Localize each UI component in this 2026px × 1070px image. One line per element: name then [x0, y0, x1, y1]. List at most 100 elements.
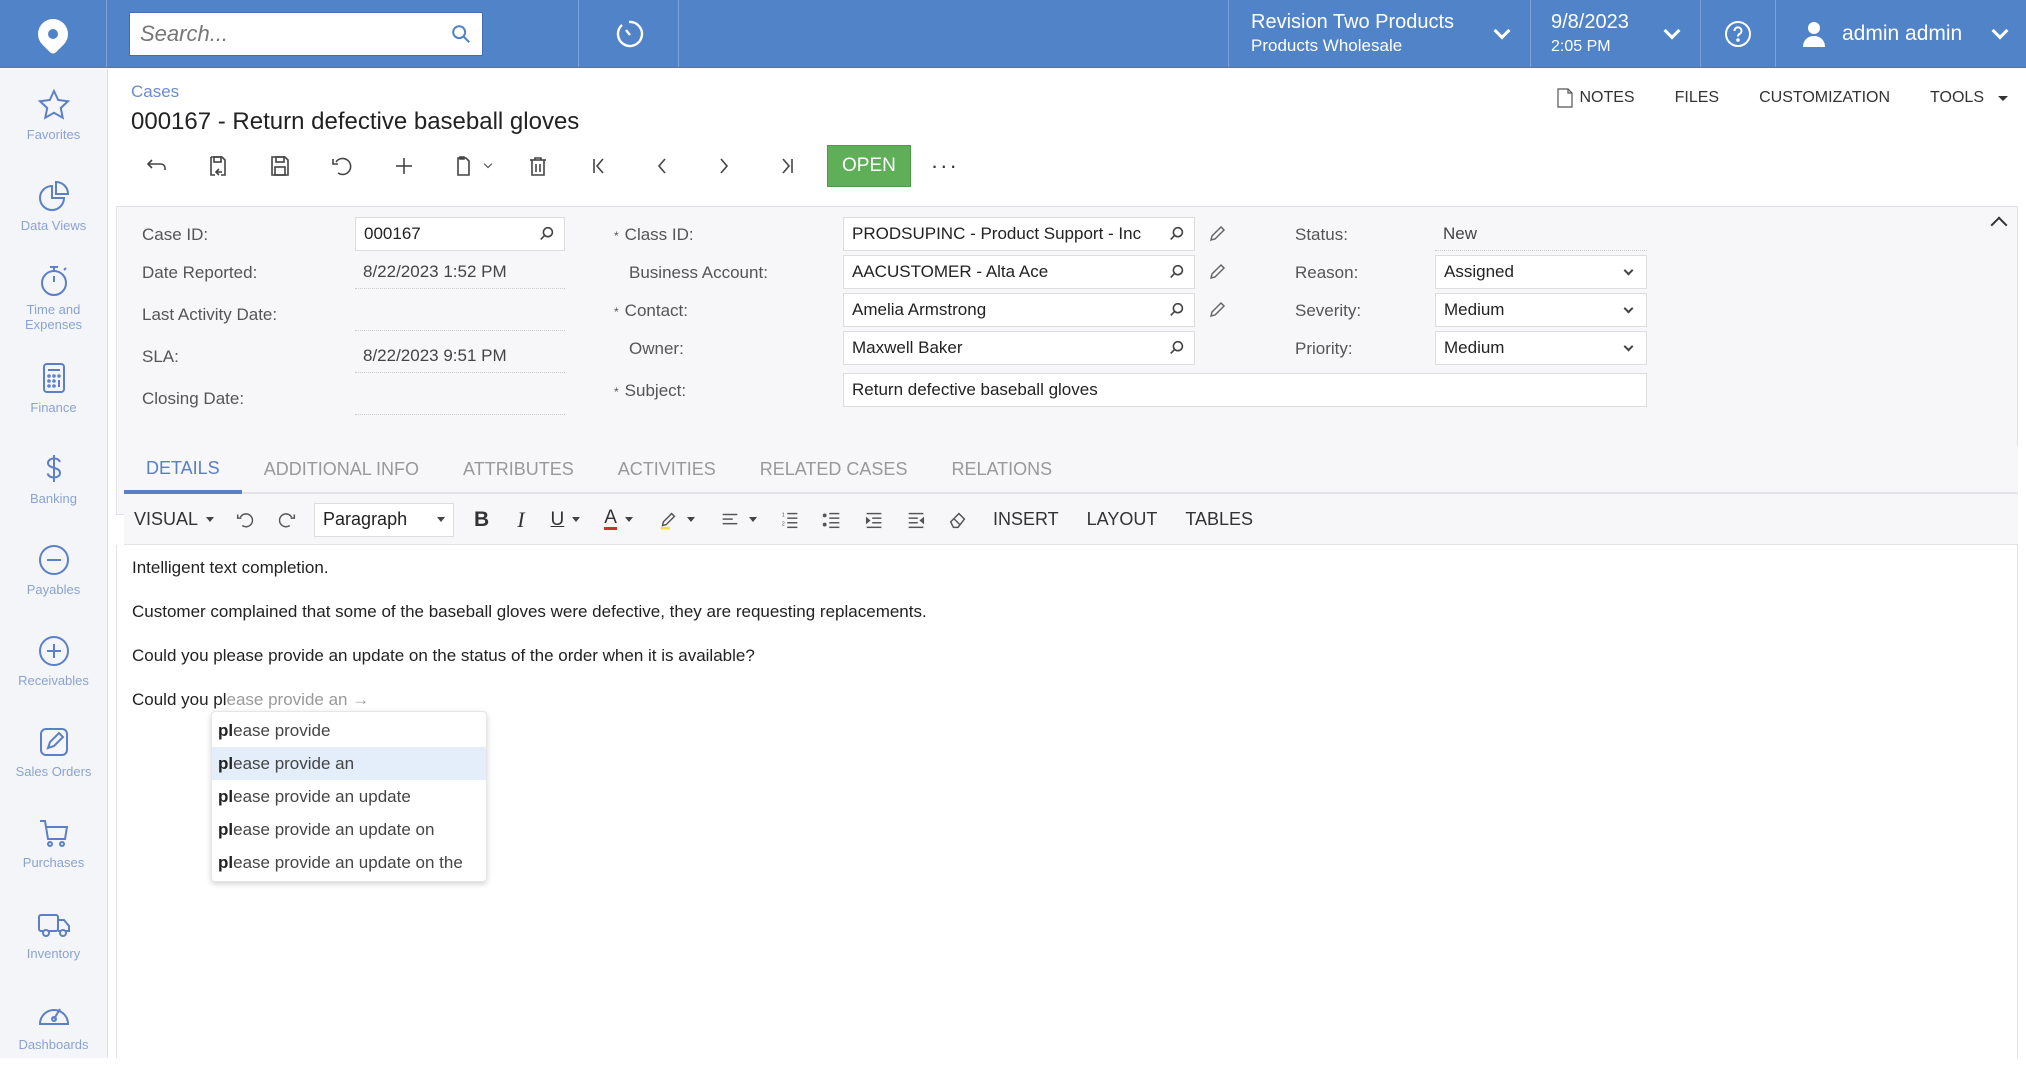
- class-id-field[interactable]: PRODSUPINC - Product Support - Inc: [843, 217, 1195, 251]
- save-button[interactable]: [249, 145, 311, 187]
- sidebar-item-label: Receivables: [18, 673, 89, 688]
- visual-mode-dropdown[interactable]: VISUAL: [134, 502, 224, 538]
- previous-record-button[interactable]: [631, 145, 693, 187]
- cancel-button[interactable]: [311, 145, 373, 187]
- help-button[interactable]: [1701, 0, 1776, 67]
- outdent-button[interactable]: [895, 502, 937, 538]
- owner-field[interactable]: Maxwell Baker: [843, 331, 1195, 365]
- next-record-button[interactable]: [693, 145, 755, 187]
- home-logo-button[interactable]: [0, 0, 107, 67]
- copy-paste-button[interactable]: [435, 145, 507, 187]
- reason-select[interactable]: Assigned: [1435, 255, 1647, 289]
- bold-button[interactable]: B: [460, 502, 503, 538]
- edit-class-button[interactable]: [1207, 224, 1227, 244]
- open-button[interactable]: OPEN: [827, 145, 911, 187]
- sidebar-item-favorites[interactable]: Favorites: [0, 69, 107, 160]
- suggestion-item[interactable]: please provide an update: [212, 780, 486, 813]
- more-actions-button[interactable]: ···: [931, 153, 959, 179]
- search-icon[interactable]: [1168, 339, 1186, 357]
- add-new-button[interactable]: [373, 145, 435, 187]
- suggestion-item[interactable]: please provide an update on: [212, 813, 486, 846]
- search-icon[interactable]: [1168, 225, 1186, 243]
- tab-bar: DETAILS ADDITIONAL INFO ATTRIBUTES ACTIV…: [124, 446, 2018, 494]
- business-account-field[interactable]: AACUSTOMER - Alta Ace: [843, 255, 1195, 289]
- tables-menu[interactable]: TABLES: [1171, 502, 1267, 538]
- delete-button[interactable]: [507, 145, 569, 187]
- breadcrumb-cases[interactable]: Cases: [131, 82, 179, 102]
- tab-related-cases[interactable]: RELATED CASES: [738, 446, 930, 492]
- sidebar-item-label: Inventory: [27, 946, 80, 961]
- customization-button[interactable]: CUSTOMIZATION: [1759, 89, 1890, 107]
- priority-select[interactable]: Medium: [1435, 331, 1647, 365]
- edit-contact-button[interactable]: [1207, 300, 1227, 320]
- search-input[interactable]: [140, 21, 450, 47]
- highlighter-icon: [657, 509, 679, 531]
- layout-menu[interactable]: LAYOUT: [1073, 502, 1172, 538]
- back-button[interactable]: [125, 145, 187, 187]
- last-record-button[interactable]: [755, 145, 817, 187]
- tab-activities[interactable]: ACTIVITIES: [596, 446, 738, 492]
- tab-details[interactable]: DETAILS: [124, 446, 242, 494]
- insert-menu[interactable]: INSERT: [979, 502, 1073, 538]
- tab-additional-info[interactable]: ADDITIONAL INFO: [242, 446, 441, 492]
- search-icon[interactable]: [1168, 301, 1186, 319]
- sidebar-item-data-views[interactable]: Data Views: [0, 160, 107, 251]
- recent-history-button[interactable]: [579, 0, 679, 67]
- company-name: Revision Two Products: [1251, 11, 1454, 34]
- case-id-field[interactable]: 000167: [355, 217, 565, 251]
- tab-attributes[interactable]: ATTRIBUTES: [441, 446, 596, 492]
- chevron-up-icon[interactable]: [1991, 217, 2008, 234]
- notes-button[interactable]: NOTES: [1557, 88, 1634, 108]
- suggestion-item[interactable]: please provide an: [212, 747, 486, 780]
- search-icon[interactable]: [450, 23, 472, 45]
- sidebar-item-sales-orders[interactable]: Sales Orders: [0, 706, 107, 797]
- case-id-label: Case ID:: [142, 225, 208, 245]
- user-menu[interactable]: admin admin: [1776, 0, 2026, 67]
- suggestion-item[interactable]: please provide an update on the: [212, 846, 486, 879]
- search-icon[interactable]: [538, 225, 556, 243]
- font-color-button[interactable]: A: [592, 502, 645, 538]
- tab-relations[interactable]: RELATIONS: [929, 446, 1074, 492]
- editor-redo-button[interactable]: [266, 502, 308, 538]
- underline-button[interactable]: U: [539, 502, 593, 538]
- bullet-list-button[interactable]: [811, 502, 853, 538]
- first-record-button[interactable]: [569, 145, 631, 187]
- sidebar-item-banking[interactable]: Banking: [0, 433, 107, 524]
- italic-button[interactable]: I: [503, 502, 538, 538]
- global-search[interactable]: [129, 12, 483, 56]
- chevron-down-icon: [1992, 22, 2009, 39]
- sidebar-item-payables[interactable]: Payables: [0, 524, 107, 615]
- sidebar-item-dashboards[interactable]: Dashboards: [0, 979, 107, 1070]
- business-date-selector[interactable]: 9/8/2023 2:05 PM: [1531, 0, 1701, 67]
- company-branch-selector[interactable]: Revision Two Products Products Wholesale: [1229, 0, 1531, 67]
- sidebar-item-time-and-expenses[interactable]: Time and Expenses: [0, 251, 107, 342]
- contact-field[interactable]: Amelia Armstrong: [843, 293, 1195, 327]
- edit-business-account-button[interactable]: [1207, 262, 1227, 282]
- sidebar-item-finance[interactable]: Finance: [0, 342, 107, 433]
- highlight-color-button[interactable]: [645, 502, 707, 538]
- sidebar-item-inventory[interactable]: Inventory: [0, 888, 107, 979]
- caret-down-icon: [437, 517, 445, 522]
- clear-formatting-button[interactable]: [937, 502, 979, 538]
- numbered-list-button[interactable]: 12: [769, 502, 811, 538]
- outdent-icon: [905, 509, 927, 531]
- suggestion-item[interactable]: please provide: [212, 714, 486, 747]
- align-button[interactable]: [707, 502, 769, 538]
- ghost-completion-text: ease provide an →: [227, 690, 370, 709]
- editor-undo-button[interactable]: [224, 502, 266, 538]
- severity-select[interactable]: Medium: [1435, 293, 1647, 327]
- sidebar-item-receivables[interactable]: Receivables: [0, 615, 107, 706]
- calculator-icon: [36, 360, 72, 396]
- sidebar-item-purchases[interactable]: Purchases: [0, 797, 107, 888]
- align-left-icon: [719, 509, 741, 531]
- subject-field[interactable]: Return defective baseball gloves: [843, 373, 1647, 407]
- save-and-close-button[interactable]: [187, 145, 249, 187]
- search-icon[interactable]: [1168, 263, 1186, 281]
- tools-menu[interactable]: TOOLS: [1930, 89, 2008, 107]
- indent-button[interactable]: [853, 502, 895, 538]
- sidebar-item-label: Data Views: [21, 218, 87, 233]
- editor-paragraph: Could you please provide an update on th…: [132, 645, 2017, 667]
- truck-icon: [36, 906, 72, 942]
- files-button[interactable]: FILES: [1675, 89, 1719, 107]
- paragraph-format-select[interactable]: Paragraph: [314, 503, 454, 537]
